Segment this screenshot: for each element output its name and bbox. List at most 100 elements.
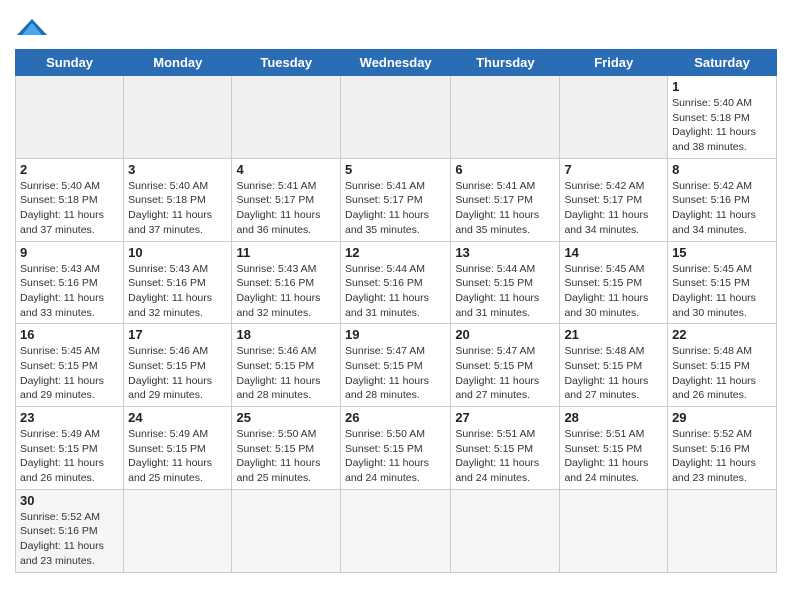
day-number: 27: [455, 410, 555, 425]
cell-info: Sunrise: 5:45 AMSunset: 5:15 PMDaylight:…: [564, 262, 663, 321]
calendar-cell: 9 Sunrise: 5:43 AMSunset: 5:16 PMDaylight…: [16, 241, 124, 324]
cell-info: Sunrise: 5:49 AMSunset: 5:15 PMDaylight:…: [128, 427, 227, 486]
logo-icon: [17, 15, 47, 39]
cell-info: Sunrise: 5:47 AMSunset: 5:15 PMDaylight:…: [455, 344, 555, 403]
calendar-cell: [560, 489, 668, 572]
day-number: 28: [564, 410, 663, 425]
calendar-cell: 25Sunrise: 5:50 AMSunset: 5:15 PMDayligh…: [232, 407, 341, 490]
page-header: [15, 10, 777, 39]
calendar-cell: 23 Sunrise: 5:49 AMSunset: 5:15 PMDayligh…: [16, 407, 124, 490]
cell-info: Sunrise: 5:46 AMSunset: 5:15 PMDaylight:…: [128, 344, 227, 403]
calendar-cell: [560, 76, 668, 159]
calendar-cell: 15 Sunrise: 5:45 AMSunset: 5:15 PMDayligh…: [668, 241, 777, 324]
calendar-cell: 18 Sunrise: 5:46 AMSunset: 5:15 PMDayligh…: [232, 324, 341, 407]
cell-info: Sunrise: 5:51 AMSunset: 5:15 PMDaylight:…: [564, 427, 663, 486]
calendar-cell: 11Sunrise: 5:43 AMSunset: 5:16 PMDayligh…: [232, 241, 341, 324]
day-number: 23: [20, 410, 119, 425]
cell-info: Sunrise: 5:52 AMSunset: 5:16 PMDaylight:…: [672, 427, 772, 486]
day-number: 5: [345, 162, 446, 177]
calendar-cell: 10Sunrise: 5:43 AMSunset: 5:16 PMDayligh…: [124, 241, 232, 324]
calendar-cell: [341, 76, 451, 159]
day-number: 9: [20, 245, 119, 260]
cell-info: Sunrise: 5:48 AMSunset: 5:15 PMDaylight:…: [672, 344, 772, 403]
day-number: 3: [128, 162, 227, 177]
cell-info: Sunrise: 5:47 AMSunset: 5:15 PMDaylight:…: [345, 344, 446, 403]
calendar-cell: 14Sunrise: 5:45 AMSunset: 5:15 PMDayligh…: [560, 241, 668, 324]
day-number: 29: [672, 410, 772, 425]
calendar-table: SundayMondayTuesdayWednesdayThursdayFrid…: [15, 49, 777, 573]
day-number: 20: [455, 327, 555, 342]
day-number: 13: [455, 245, 555, 260]
calendar-cell: 29 Sunrise: 5:52 AMSunset: 5:16 PMDayligh…: [668, 407, 777, 490]
day-number: 26: [345, 410, 446, 425]
calendar-cell: 3Sunrise: 5:40 AMSunset: 5:18 PMDaylight…: [124, 158, 232, 241]
calendar-cell: 27 Sunrise: 5:51 AMSunset: 5:15 PMDayligh…: [451, 407, 560, 490]
cell-info: Sunrise: 5:42 AMSunset: 5:17 PMDaylight:…: [564, 179, 663, 238]
cell-info: Sunrise: 5:43 AMSunset: 5:16 PMDaylight:…: [20, 262, 119, 321]
week-row-3: 9 Sunrise: 5:43 AMSunset: 5:16 PMDaylight…: [16, 241, 777, 324]
cell-info: Sunrise: 5:45 AMSunset: 5:15 PMDaylight:…: [672, 262, 772, 321]
day-number: 24: [128, 410, 227, 425]
week-row-1: 1 Sunrise: 5:40 AMSunset: 5:18 PMDaylight…: [16, 76, 777, 159]
cell-info: Sunrise: 5:49 AMSunset: 5:15 PMDaylight:…: [20, 427, 119, 486]
day-header-tuesday: Tuesday: [232, 50, 341, 76]
cell-info: Sunrise: 5:44 AMSunset: 5:15 PMDaylight:…: [455, 262, 555, 321]
day-number: 21: [564, 327, 663, 342]
cell-info: Sunrise: 5:45 AMSunset: 5:15 PMDaylight:…: [20, 344, 119, 403]
calendar-cell: 30 Sunrise: 5:52 AMSunset: 5:16 PMDayligh…: [16, 489, 124, 572]
calendar-cell: 5Sunrise: 5:41 AMSunset: 5:17 PMDaylight…: [341, 158, 451, 241]
calendar-cell: 20 Sunrise: 5:47 AMSunset: 5:15 PMDayligh…: [451, 324, 560, 407]
calendar-cell: [668, 489, 777, 572]
calendar-cell: [232, 76, 341, 159]
calendar-cell: 2Sunrise: 5:40 AMSunset: 5:18 PMDaylight…: [16, 158, 124, 241]
calendar-cell: 6 Sunrise: 5:41 AMSunset: 5:17 PMDaylight…: [451, 158, 560, 241]
day-number: 12: [345, 245, 446, 260]
calendar-cell: 7 Sunrise: 5:42 AMSunset: 5:17 PMDaylight…: [560, 158, 668, 241]
day-number: 1: [672, 79, 772, 94]
calendar-cell: 13 Sunrise: 5:44 AMSunset: 5:15 PMDayligh…: [451, 241, 560, 324]
calendar-cell: 21Sunrise: 5:48 AMSunset: 5:15 PMDayligh…: [560, 324, 668, 407]
week-row-2: 2Sunrise: 5:40 AMSunset: 5:18 PMDaylight…: [16, 158, 777, 241]
cell-info: Sunrise: 5:40 AMSunset: 5:18 PMDaylight:…: [20, 179, 119, 238]
day-number: 17: [128, 327, 227, 342]
calendar-cell: 16 Sunrise: 5:45 AMSunset: 5:15 PMDayligh…: [16, 324, 124, 407]
calendar-cell: [341, 489, 451, 572]
cell-info: Sunrise: 5:42 AMSunset: 5:16 PMDaylight:…: [672, 179, 772, 238]
calendar-cell: [16, 76, 124, 159]
day-number: 8: [672, 162, 772, 177]
logo: [15, 15, 47, 39]
day-number: 18: [236, 327, 336, 342]
cell-info: Sunrise: 5:46 AMSunset: 5:15 PMDaylight:…: [236, 344, 336, 403]
day-number: 22: [672, 327, 772, 342]
calendar-cell: 17 Sunrise: 5:46 AMSunset: 5:15 PMDayligh…: [124, 324, 232, 407]
day-number: 30: [20, 493, 119, 508]
cell-info: Sunrise: 5:40 AMSunset: 5:18 PMDaylight:…: [672, 96, 772, 155]
cell-info: Sunrise: 5:43 AMSunset: 5:16 PMDaylight:…: [128, 262, 227, 321]
calendar-cell: 24 Sunrise: 5:49 AMSunset: 5:15 PMDayligh…: [124, 407, 232, 490]
week-row-4: 16 Sunrise: 5:45 AMSunset: 5:15 PMDayligh…: [16, 324, 777, 407]
day-number: 19: [345, 327, 446, 342]
day-number: 6: [455, 162, 555, 177]
cell-info: Sunrise: 5:41 AMSunset: 5:17 PMDaylight:…: [236, 179, 336, 238]
calendar-cell: 8 Sunrise: 5:42 AMSunset: 5:16 PMDaylight…: [668, 158, 777, 241]
cell-info: Sunrise: 5:52 AMSunset: 5:16 PMDaylight:…: [20, 510, 119, 569]
day-header-thursday: Thursday: [451, 50, 560, 76]
cell-info: Sunrise: 5:51 AMSunset: 5:15 PMDaylight:…: [455, 427, 555, 486]
calendar-cell: 4 Sunrise: 5:41 AMSunset: 5:17 PMDaylight…: [232, 158, 341, 241]
cell-info: Sunrise: 5:50 AMSunset: 5:15 PMDaylight:…: [345, 427, 446, 486]
day-number: 25: [236, 410, 336, 425]
calendar-cell: [232, 489, 341, 572]
day-header-friday: Friday: [560, 50, 668, 76]
days-header-row: SundayMondayTuesdayWednesdayThursdayFrid…: [16, 50, 777, 76]
cell-info: Sunrise: 5:44 AMSunset: 5:16 PMDaylight:…: [345, 262, 446, 321]
day-number: 16: [20, 327, 119, 342]
calendar-cell: [124, 489, 232, 572]
cell-info: Sunrise: 5:41 AMSunset: 5:17 PMDaylight:…: [455, 179, 555, 238]
calendar-cell: [124, 76, 232, 159]
calendar-cell: 19 Sunrise: 5:47 AMSunset: 5:15 PMDayligh…: [341, 324, 451, 407]
calendar-cell: 22 Sunrise: 5:48 AMSunset: 5:15 PMDayligh…: [668, 324, 777, 407]
day-number: 7: [564, 162, 663, 177]
day-header-sunday: Sunday: [16, 50, 124, 76]
day-number: 4: [236, 162, 336, 177]
day-number: 15: [672, 245, 772, 260]
